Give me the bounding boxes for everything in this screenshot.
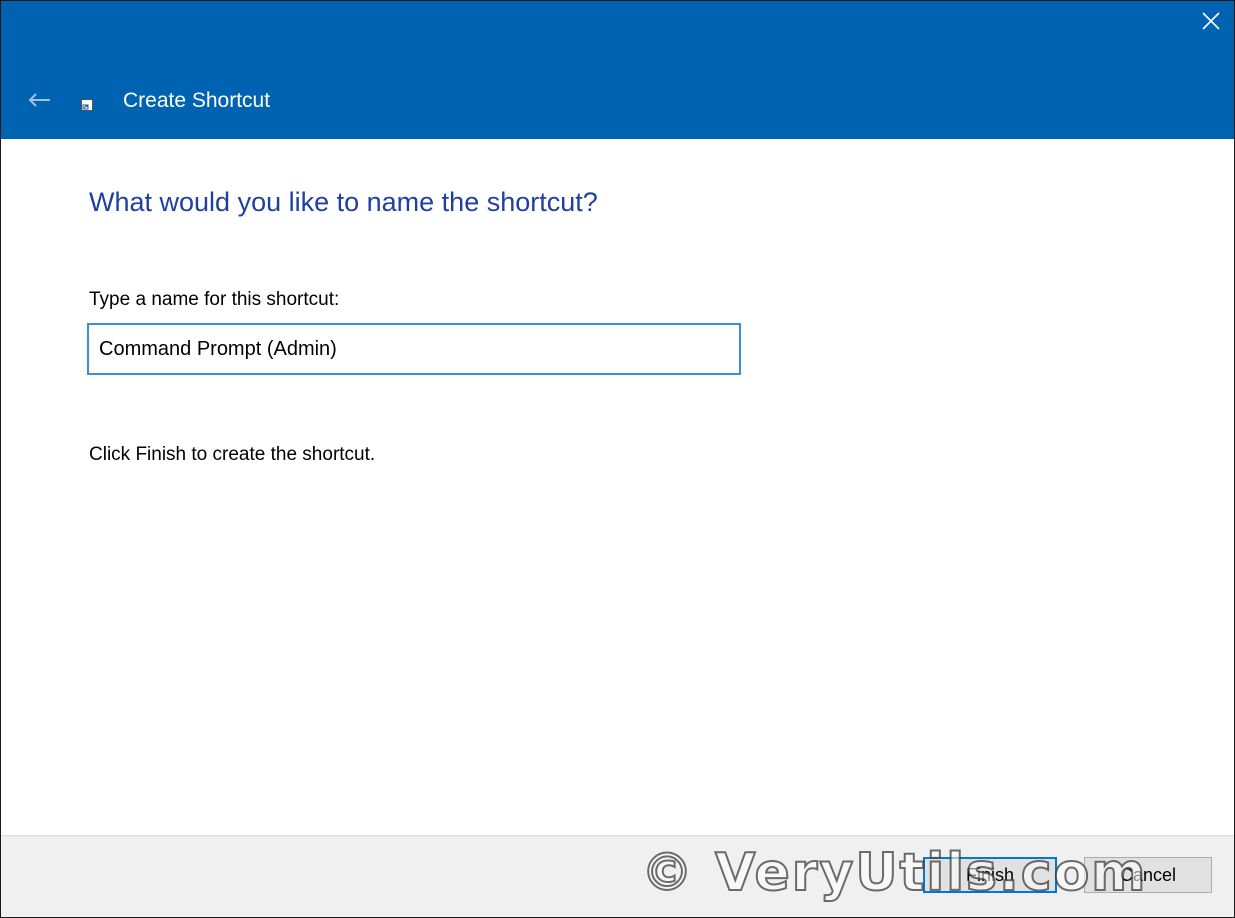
finish-button[interactable]: Finish (923, 857, 1057, 893)
close-button[interactable] (1188, 1, 1234, 41)
back-button[interactable] (19, 85, 59, 115)
button-footer: Finish Cancel (1, 835, 1234, 917)
shortcut-name-label: Type a name for this shortcut: (89, 289, 340, 310)
close-icon (1202, 12, 1220, 30)
shortcut-icon (81, 99, 93, 111)
page-heading: What would you like to name the shortcut… (89, 187, 598, 217)
finish-hint: Click Finish to create the shortcut. (89, 444, 376, 465)
back-arrow-icon (28, 93, 50, 107)
window-title: Create Shortcut (123, 89, 271, 112)
cancel-button[interactable]: Cancel (1084, 857, 1212, 893)
shortcut-name-field[interactable] (87, 323, 741, 375)
shortcut-name-input[interactable] (99, 327, 729, 371)
title-bar: Create Shortcut (1, 1, 1234, 139)
create-shortcut-dialog: Create Shortcut What would you like to n… (0, 0, 1235, 918)
